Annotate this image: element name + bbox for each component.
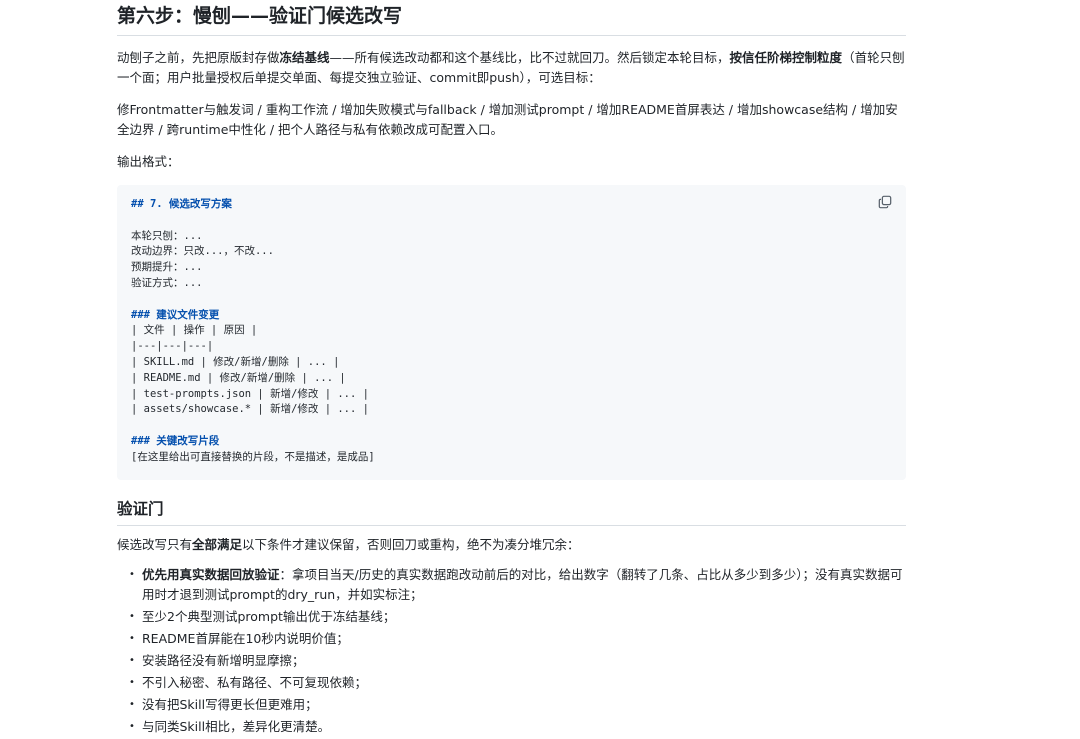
code-heading-file-changes: ### 建议文件变更 <box>131 308 220 321</box>
output-format-label: 输出格式： <box>117 154 180 169</box>
intro-text-2: ——所有候选改动都和这个基线比，比不过就回刀。然后锁定本轮目标， <box>329 50 730 65</box>
copy-icon-glyph <box>878 195 892 209</box>
list-item: • 至少2个典型测试prompt输出优于冻结基线； <box>117 607 906 627</box>
gate-conditions-list: • 优先用真实数据回放验证：拿项目当天/历史的真实数据跑改动前后的对比，给出数字（… <box>117 565 906 737</box>
gate-intro-text-2: 以下条件才建议保留，否则回刀或重构，绝不为凑分堆冗余： <box>242 536 580 552</box>
gate-intro-paragraph: 候选改写只有全部满足以下条件才建议保留，否则回刀或重构，绝不为凑分堆冗余： <box>117 535 906 555</box>
intro-paragraph: 动刨子之前，先把原版封存做冻结基线——所有候选改动都和这个基线比，比不过就回刀。… <box>117 48 906 88</box>
bullet-icon: • <box>129 654 135 666</box>
section-heading-validation-gate: 验证门 <box>117 498 906 526</box>
code-block: ## 7. 候选改写方案 本轮只刨：... 改动边界：只改...，不改... 预… <box>117 185 906 480</box>
list-item-text: 没有把Skill写得更长但更难用； <box>142 696 318 712</box>
list-item: • README首屏能在10秒内说明价值； <box>117 629 906 649</box>
intro-bold-trust-ladder: 按信任阶梯控制粒度 <box>729 50 843 65</box>
list-item-text: 至少2个典型测试prompt输出优于冻结基线； <box>142 608 396 624</box>
code-heading-7: ## 7. 候选改写方案 <box>131 198 232 210</box>
list-item: • 安装路径没有新增明显摩擦； <box>117 651 906 671</box>
intro-text-1: 动刨子之前，先把原版封存做 <box>117 50 280 65</box>
list-item-text: 与同类Skill相比，差异化更清楚。 <box>142 718 331 734</box>
code-table-row: | test-prompts.json | 新增/修改 | ... | <box>131 387 369 400</box>
code-line: 本轮只刨：... <box>131 229 203 242</box>
code-line: 预期提升：... <box>131 261 203 274</box>
bullet-icon: • <box>129 632 135 644</box>
bullet-icon: • <box>129 676 135 688</box>
list-item-text: 安装路径没有新增明显摩擦； <box>142 652 305 668</box>
article-content: 第六步：慢刨——验证门候选改写 动刨子之前，先把原版封存做冻结基线——所有候选改… <box>117 0 906 739</box>
code-heading-key-snippets: ### 关键改写片段 <box>131 434 220 447</box>
list-item: • 不引入秘密、私有路径、不可复现依赖； <box>117 673 906 693</box>
copy-icon[interactable] <box>878 195 894 211</box>
gate-intro-bold: 全部满足 <box>192 536 243 552</box>
code-table-row: | 文件 | 操作 | 原因 | <box>131 324 258 337</box>
targets-paragraph: 修Frontmatter与触发词 / 重构工作流 / 增加失败模式与fallba… <box>117 102 898 137</box>
code-table-row: | SKILL.md | 修改/新增/删除 | ... | <box>131 355 340 368</box>
list-item: • 没有把Skill写得更长但更难用； <box>117 695 906 715</box>
list-item-text: README首屏能在10秒内说明价值； <box>142 630 349 646</box>
intro-bold-frozen-baseline: 冻结基线 <box>279 50 330 65</box>
code-table-row: | README.md | 修改/新增/删除 | ... | <box>131 371 346 384</box>
code-table-row: |---|---|---| <box>131 340 214 353</box>
bullet-icon: • <box>129 698 135 710</box>
gate-intro-text-1: 候选改写只有 <box>117 536 193 552</box>
code-line: 验证方式：... <box>131 276 203 289</box>
list-item: • 优先用真实数据回放验证：拿项目当天/历史的真实数据跑改动前后的对比，给出数字（… <box>117 565 906 605</box>
bullet-icon: • <box>129 610 135 622</box>
bullet-icon: • <box>129 568 135 580</box>
document-page: 第六步：慢刨——验证门候选改写 动刨子之前，先把原版封存做冻结基线——所有候选改… <box>0 0 1080 734</box>
code-line: 改动边界：只改...，不改... <box>131 245 274 258</box>
code-line: [在这里给出可直接替换的片段，不是描述，是成品] <box>131 450 375 463</box>
section-heading-step-six: 第六步：慢刨——验证门候选改写 <box>117 0 906 36</box>
list-item-bold: 优先用真实数据回放验证 <box>142 566 280 582</box>
code-table-row: | assets/showcase.* | 新增/修改 | ... | <box>131 403 369 416</box>
list-item-text: 不引入秘密、私有路径、不可复现依赖； <box>142 674 368 690</box>
